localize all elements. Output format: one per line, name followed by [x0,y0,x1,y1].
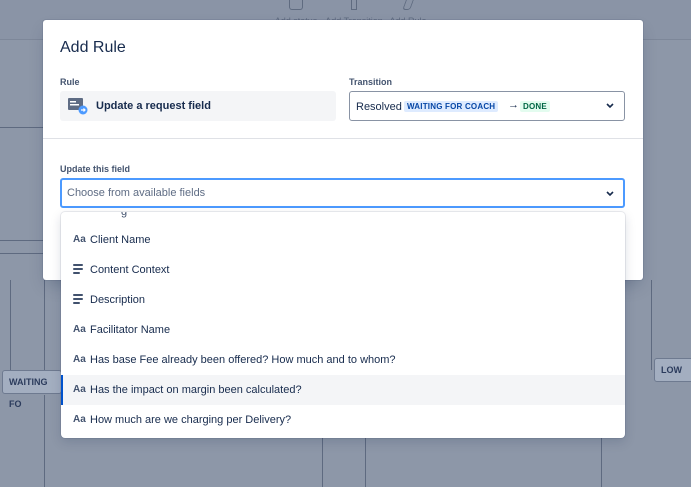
chevron-down-icon [606,191,614,197]
from-status-lozenge: WAITING FOR COACH [404,101,499,112]
status-node[interactable]: LOW [654,358,691,382]
rule-display: Update a request field [60,91,336,121]
transition-label: Transition [349,77,393,87]
transition-name: Resolved [356,101,402,113]
connector-line [0,127,44,128]
connector-line [322,438,323,487]
text-field-icon: Aa [73,324,86,335]
chevron-down-icon [606,103,614,109]
arrow-right-icon: → [508,99,519,111]
connector-line [651,280,652,370]
menu-option-base-fee[interactable]: Aa Has base Fee already been offered? Ho… [61,345,625,375]
dialog-title: Add Rule [60,39,126,56]
field-options-menu: g Aa Client Name Content Context Descrip… [61,212,625,438]
paragraph-field-icon [73,294,87,306]
connector-line [365,438,366,487]
text-field-icon: Aa [73,414,86,425]
menu-option-impact-margin[interactable]: Aa Has the impact on margin been calcula… [61,375,625,405]
transition-select[interactable]: Resolved WAITING FOR COACH → DONE [349,91,625,121]
text-field-icon: Aa [73,354,86,365]
to-status-lozenge: DONE [520,101,550,112]
connector-line [44,280,45,370]
menu-option-facilitator-name[interactable]: Aa Facilitator Name [61,315,625,345]
section-divider [43,138,643,139]
update-field-icon [68,98,88,115]
menu-option-charging-per-delivery[interactable]: Aa How much are we charging per Delivery… [61,405,625,435]
menu-option-content-context[interactable]: Content Context [61,255,625,285]
rule-value: Update a request field [96,100,211,112]
connector-line [44,395,45,487]
status-icon [289,0,303,10]
paragraph-field-icon [73,264,87,276]
menu-option-description[interactable]: Description [61,285,625,315]
text-field-icon: Aa [73,384,86,395]
update-field-label: Update this field [60,164,131,174]
menu-option-client-name[interactable]: Aa Client Name [61,225,625,255]
rule-icon [402,0,414,10]
clipped-option: g [121,212,128,218]
status-node[interactable]: WAITING FO [2,370,62,409]
connector-line [10,280,11,372]
field-select-placeholder: Choose from available fields [67,187,206,199]
rule-label: Rule [60,77,80,87]
connector-line [601,438,602,487]
transition-icon [351,0,357,10]
field-select[interactable]: Choose from available fields [60,178,625,208]
text-field-icon: Aa [73,234,86,245]
